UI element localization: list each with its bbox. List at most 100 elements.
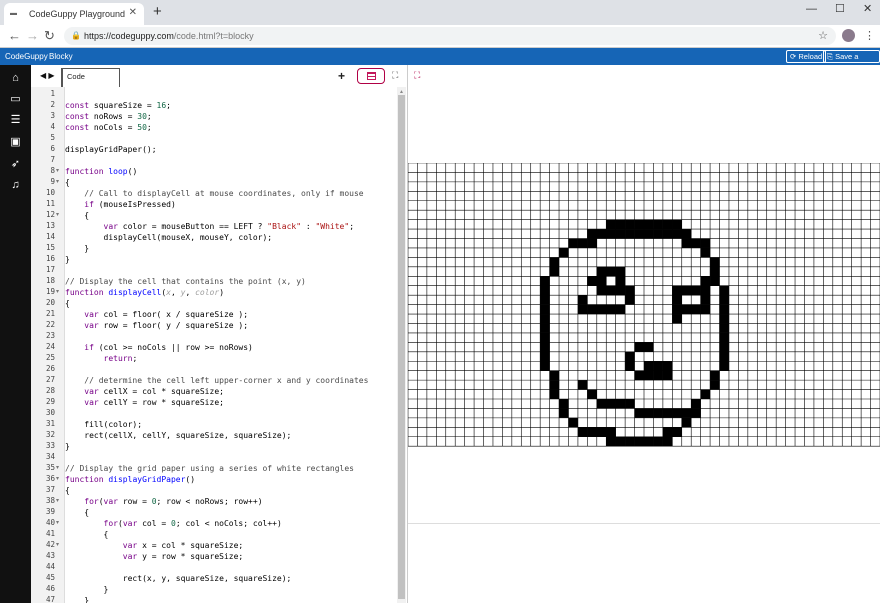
- bookmark-star-icon[interactable]: ☆: [818, 27, 828, 45]
- filled-cell[interactable]: [577, 380, 588, 390]
- forward-icon[interactable]: →: [26, 28, 39, 44]
- filled-cell[interactable]: [691, 408, 701, 418]
- filled-cell[interactable]: [577, 238, 588, 248]
- filled-cell[interactable]: [625, 295, 635, 305]
- filled-cell[interactable]: [700, 238, 711, 248]
- reload-button[interactable]: ⟳ Reload: [786, 50, 827, 63]
- filled-cell[interactable]: [559, 408, 569, 418]
- filled-cell[interactable]: [710, 257, 720, 267]
- filled-cell[interactable]: [625, 351, 635, 362]
- filled-cell[interactable]: [653, 408, 663, 418]
- filled-cell[interactable]: [719, 285, 729, 296]
- filled-cell[interactable]: [549, 389, 560, 399]
- browser-tab[interactable]: ▬ CodeGuppy Playground ✕: [4, 3, 144, 25]
- fold-icon[interactable]: ▾: [56, 211, 59, 218]
- browser-menu-icon[interactable]: ⋮: [864, 28, 875, 44]
- code-area[interactable]: const squareSize = 16; const noRows = 30;…: [65, 87, 393, 603]
- filled-cell[interactable]: [719, 332, 729, 343]
- fold-icon[interactable]: ▾: [56, 519, 59, 526]
- filled-cell[interactable]: [662, 219, 673, 230]
- filled-cell[interactable]: [568, 238, 578, 248]
- filled-cell[interactable]: [549, 257, 560, 267]
- filled-cell[interactable]: [672, 314, 682, 324]
- filled-cell[interactable]: [644, 436, 654, 447]
- filled-cell[interactable]: [662, 408, 673, 418]
- book-icon[interactable]: ▭: [7, 92, 24, 106]
- filled-cell[interactable]: [662, 370, 673, 381]
- maximize-icon[interactable]: ☐: [835, 2, 845, 16]
- filled-cell[interactable]: [540, 304, 550, 315]
- filled-cell[interactable]: [681, 238, 692, 248]
- filled-cell[interactable]: [596, 266, 607, 277]
- minimize-icon[interactable]: —: [806, 2, 817, 16]
- filled-cell[interactable]: [587, 276, 597, 286]
- filled-cell[interactable]: [540, 276, 550, 286]
- filled-cell[interactable]: [596, 229, 607, 239]
- filled-cell[interactable]: [672, 295, 682, 305]
- filled-cell[interactable]: [644, 219, 654, 230]
- filled-cell[interactable]: [681, 417, 692, 428]
- filled-cell[interactable]: [634, 408, 644, 418]
- filled-cell[interactable]: [634, 229, 644, 239]
- filled-cell[interactable]: [691, 399, 701, 409]
- filled-cell[interactable]: [700, 389, 711, 399]
- filled-cell[interactable]: [615, 399, 626, 409]
- filled-cell[interactable]: [700, 276, 711, 286]
- profile-avatar[interactable]: [842, 29, 855, 42]
- filled-cell[interactable]: [672, 304, 682, 315]
- filled-cell[interactable]: [719, 361, 729, 371]
- filled-cell[interactable]: [615, 304, 626, 315]
- filled-cell[interactable]: [681, 229, 692, 239]
- save-copy-button[interactable]: ⎘ Save a copy: [823, 50, 880, 72]
- filled-cell[interactable]: [644, 370, 654, 381]
- fold-icon[interactable]: ▾: [56, 288, 59, 295]
- filled-cell[interactable]: [653, 361, 663, 371]
- filled-cell[interactable]: [559, 399, 569, 409]
- filled-cell[interactable]: [540, 314, 550, 324]
- filled-cell[interactable]: [540, 285, 550, 296]
- filled-cell[interactable]: [596, 276, 607, 286]
- filled-cell[interactable]: [615, 229, 626, 239]
- filled-cell[interactable]: [577, 304, 588, 315]
- filled-cell[interactable]: [719, 304, 729, 315]
- brand-link[interactable]: CodeGuppy: [5, 52, 48, 61]
- filled-cell[interactable]: [596, 304, 607, 315]
- filled-cell[interactable]: [653, 370, 663, 381]
- filled-cell[interactable]: [625, 436, 635, 447]
- filled-cell[interactable]: [700, 295, 711, 305]
- filled-cell[interactable]: [653, 436, 663, 447]
- filled-cell[interactable]: [710, 370, 720, 381]
- filled-cell[interactable]: [606, 399, 616, 409]
- filled-cell[interactable]: [625, 399, 635, 409]
- filled-cell[interactable]: [691, 285, 701, 296]
- filled-cell[interactable]: [672, 229, 682, 239]
- filled-cell[interactable]: [653, 219, 663, 230]
- filled-cell[interactable]: [634, 342, 644, 352]
- filled-cell[interactable]: [540, 361, 550, 371]
- filled-cell[interactable]: [719, 351, 729, 362]
- filled-cell[interactable]: [653, 229, 663, 239]
- filled-cell[interactable]: [606, 229, 616, 239]
- filled-cell[interactable]: [577, 427, 588, 437]
- filled-cell[interactable]: [634, 436, 644, 447]
- filled-cell[interactable]: [596, 285, 607, 296]
- filled-cell[interactable]: [625, 229, 635, 239]
- music-icon[interactable]: ♫: [7, 178, 24, 192]
- fold-icon[interactable]: ▾: [56, 167, 59, 174]
- filled-cell[interactable]: [719, 323, 729, 333]
- filled-cell[interactable]: [606, 427, 616, 437]
- filled-cell[interactable]: [710, 266, 720, 277]
- filled-cell[interactable]: [634, 219, 644, 230]
- filled-cell[interactable]: [662, 361, 673, 371]
- filled-cell[interactable]: [540, 351, 550, 362]
- filled-cell[interactable]: [596, 427, 607, 437]
- filled-cell[interactable]: [587, 304, 597, 315]
- filled-cell[interactable]: [615, 436, 626, 447]
- filled-cell[interactable]: [700, 285, 711, 296]
- editor-scrollbar[interactable]: ▲: [397, 87, 406, 603]
- filled-cell[interactable]: [672, 408, 682, 418]
- filled-cell[interactable]: [540, 332, 550, 343]
- filled-cell[interactable]: [719, 295, 729, 305]
- filled-cell[interactable]: [587, 238, 597, 248]
- filled-cell[interactable]: [700, 247, 711, 258]
